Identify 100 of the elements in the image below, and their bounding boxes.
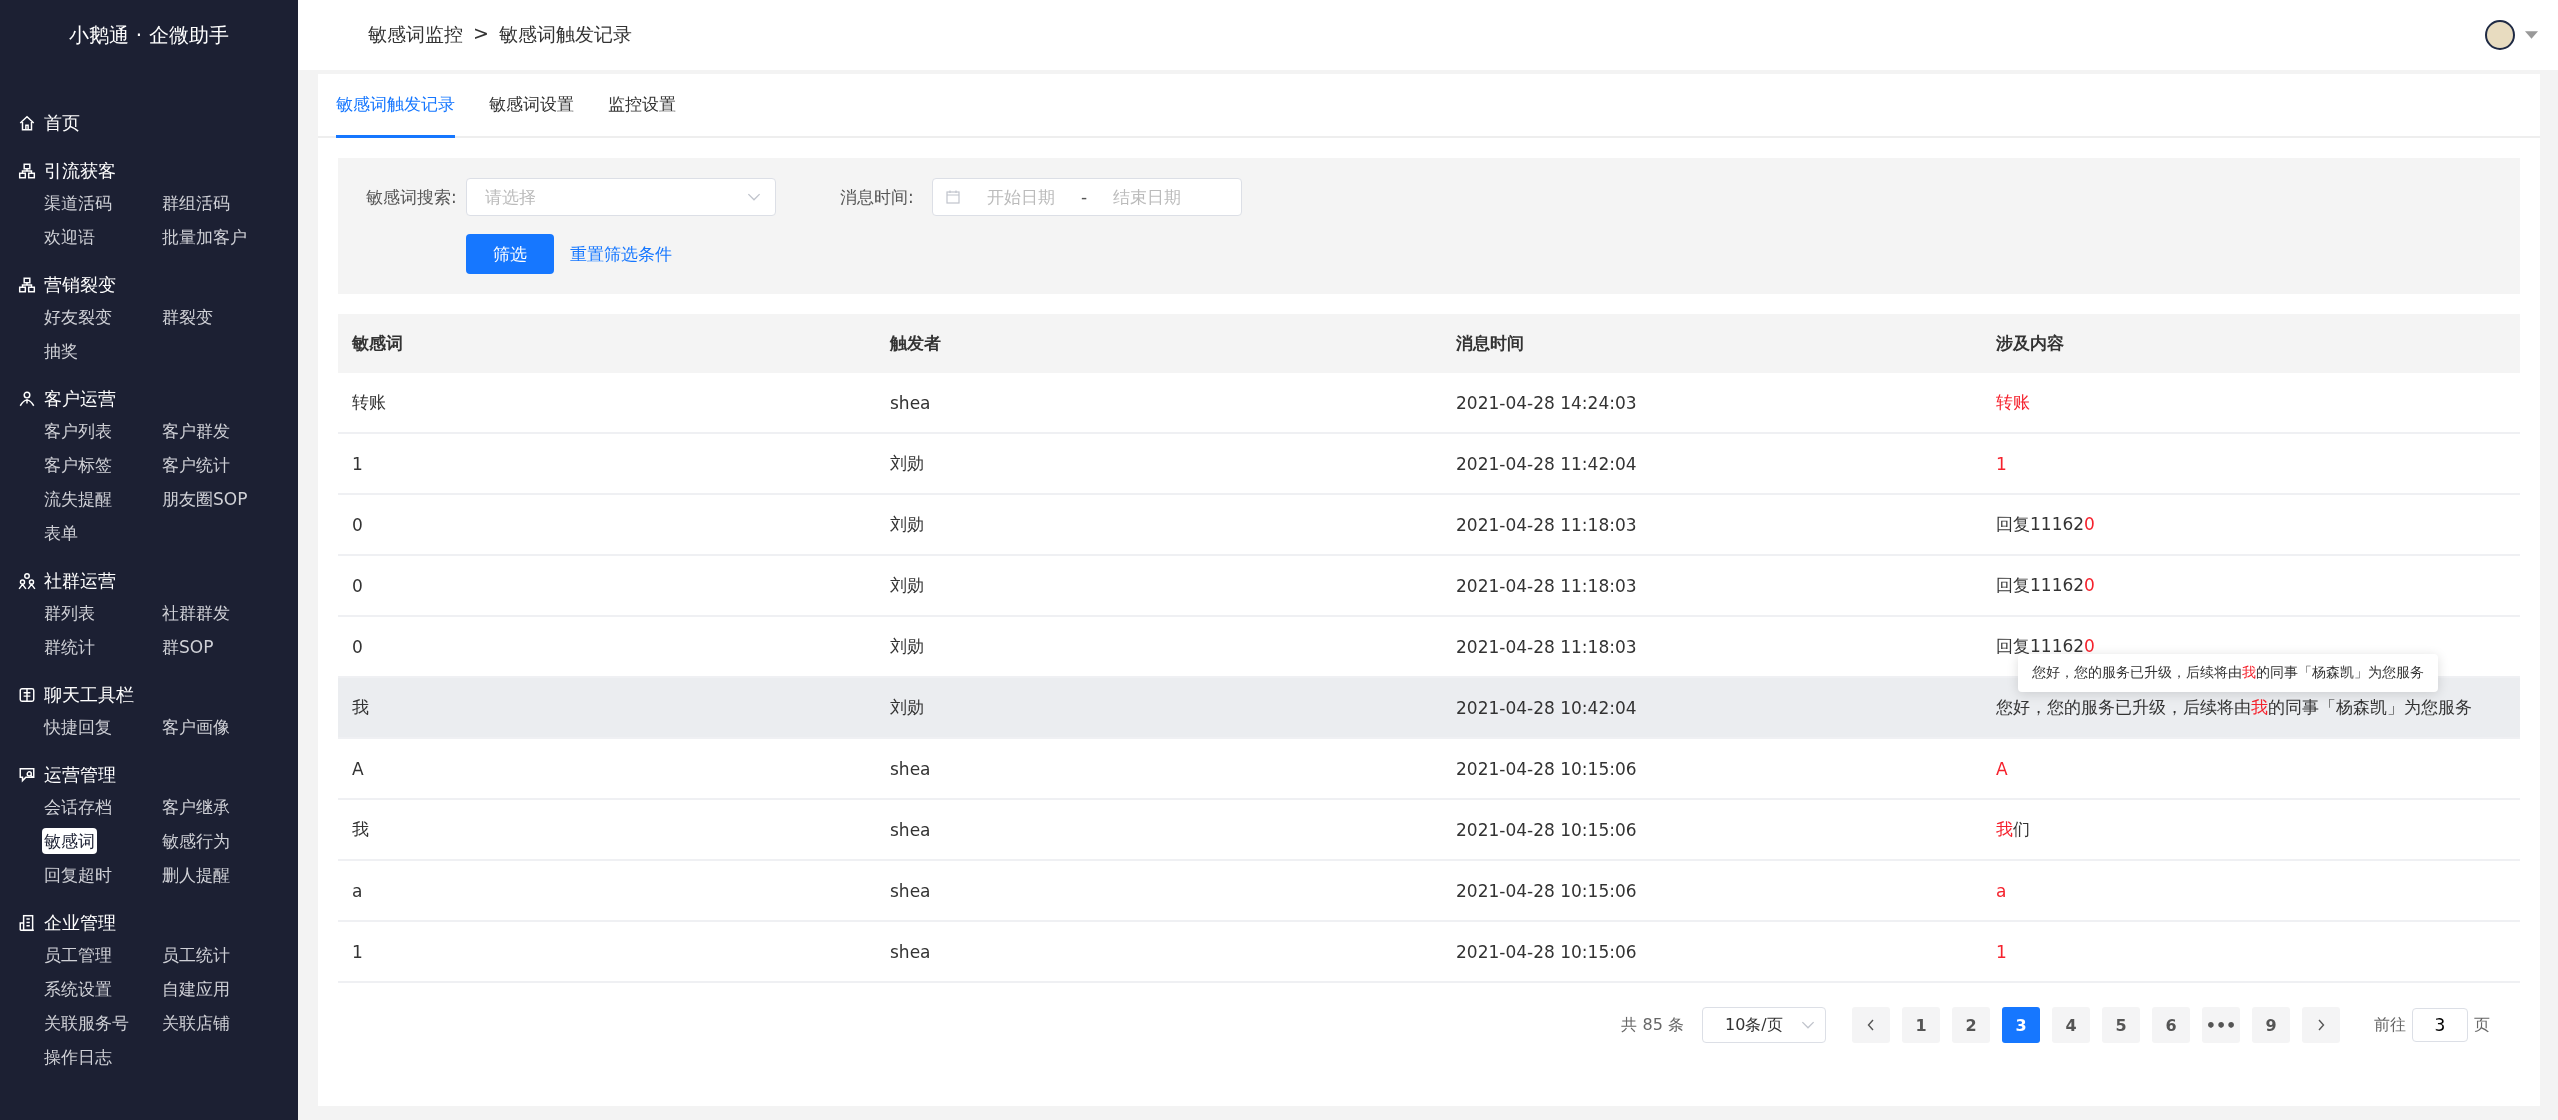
sidebar-item[interactable]: 操作日志	[42, 1044, 114, 1070]
menu-group-icon	[18, 914, 36, 932]
page-button[interactable]: 3	[2002, 1007, 2040, 1043]
page-button[interactable]: 6	[2152, 1007, 2190, 1043]
chevron-right-icon	[2317, 1019, 2325, 1031]
home-icon	[18, 114, 36, 132]
sidebar-item[interactable]: 回复超时	[42, 862, 114, 888]
sidebar-item[interactable]: 客户继承	[160, 794, 232, 820]
page-button[interactable]: 2	[1952, 1007, 1990, 1043]
table-cell-text: shea	[890, 758, 932, 779]
caret-icon[interactable]	[2525, 30, 2538, 40]
menu-group-title[interactable]: 首页	[44, 111, 80, 135]
menu-group-icon	[18, 276, 36, 294]
sidebar-item[interactable]: 群统计	[42, 634, 97, 660]
table-cell-text: 刘勋	[890, 452, 925, 475]
sidebar-item[interactable]: 批量加客户	[160, 224, 249, 250]
sidebar-item[interactable]: 社群群发	[160, 600, 232, 626]
table-cell-text: shea	[890, 392, 932, 413]
total-count: 共 85 条	[1621, 1014, 1684, 1036]
sidebar-item[interactable]: 关联服务号	[42, 1010, 131, 1036]
table-cell-text: 2021-04-28 14:24:03	[1456, 392, 1638, 413]
menu-group-title: 企业管理	[44, 911, 116, 935]
tab[interactable]: 敏感词触发记录	[336, 74, 455, 138]
sidebar-item[interactable]: 敏感行为	[160, 828, 232, 854]
sidebar-item[interactable]: 表单	[42, 520, 80, 546]
tab[interactable]: 敏感词设置	[489, 74, 574, 138]
filter-label: 敏感词搜索:	[366, 185, 458, 209]
page-button[interactable]: 9	[2252, 1007, 2290, 1043]
table-cell-text: 2021-04-28 11:18:03	[1456, 575, 1638, 596]
table-cell-text: 刘勋	[890, 635, 925, 658]
column-header: 消息时间	[1456, 332, 1525, 355]
table-cell-text: 回复111620	[1996, 574, 2096, 597]
page-button[interactable]: •••	[2202, 1007, 2240, 1043]
sidebar-item[interactable]: 朋友圈SOP	[160, 486, 250, 512]
brand-title: 小鹅通 · 企微助手	[68, 22, 230, 49]
sidebar-item[interactable]: 抽奖	[42, 338, 80, 364]
menu-group-icon	[18, 766, 36, 784]
sidebar-item[interactable]: 客户群发	[160, 418, 232, 444]
table-cell-text: 1	[1996, 453, 2008, 474]
sidebar-item[interactable]: 流失提醒	[42, 486, 114, 512]
sidebar-item[interactable]: 客户标签	[42, 452, 114, 478]
table-cell-text: 2021-04-28 10:15:06	[1456, 941, 1638, 962]
column-header: 涉及内容	[1996, 332, 2065, 355]
menu-group-icon	[18, 390, 36, 408]
sidebar-item[interactable]: 欢迎语	[42, 224, 97, 250]
sidebar-item[interactable]: 删人提醒	[160, 862, 232, 888]
menu-group-title: 运营管理	[44, 763, 116, 787]
table-cell-text: 0	[352, 575, 364, 596]
table-cell-text: 2021-04-28 11:18:03	[1456, 514, 1638, 535]
avatar[interactable]	[2485, 20, 2515, 50]
sidebar-item[interactable]: 会话存档	[42, 794, 114, 820]
table-cell-text: 转账	[352, 391, 387, 414]
table-cell-text: 2021-04-28 10:15:06	[1456, 819, 1638, 840]
sidebar-item[interactable]: 敏感词	[42, 828, 97, 854]
tab[interactable]: 监控设置	[608, 74, 676, 138]
sidebar-item[interactable]: 好友裂变	[42, 304, 114, 330]
table-cell-text: 2021-04-28 10:42:04	[1456, 697, 1638, 718]
sidebar-item[interactable]: 群组活码	[160, 190, 232, 216]
breadcrumb-item[interactable]: 敏感词监控	[368, 22, 463, 48]
reset-filters-link[interactable]: 重置筛选条件	[570, 242, 672, 266]
filter-label: 消息时间:	[840, 185, 915, 209]
goto-page-field[interactable]: 3	[2412, 1008, 2468, 1042]
calendar-icon	[945, 189, 961, 205]
sidebar-item[interactable]: 快捷回复	[42, 714, 114, 740]
page-button[interactable]: 4	[2052, 1007, 2090, 1043]
table-cell-text: shea	[890, 819, 932, 840]
sidebar-item[interactable]: 员工管理	[42, 942, 114, 968]
table-cell-text: 您好，您的服务已升级，后续将由我的同事「杨森凯」为您服务	[1996, 696, 2473, 719]
table-cell-text: 转账	[1996, 391, 2031, 414]
table-cell-text: 1	[352, 453, 364, 474]
range-separator: -	[1081, 187, 1088, 207]
table-cell-text: 2021-04-28 10:15:06	[1456, 880, 1638, 901]
table-cell-text: 0	[352, 636, 364, 657]
sidebar-item[interactable]: 自建应用	[160, 976, 232, 1002]
sidebar-item[interactable]: 客户列表	[42, 418, 114, 444]
table-cell-text: 我	[352, 696, 370, 719]
page-size-select[interactable]: 10条/页	[1702, 1007, 1826, 1043]
menu-group-icon	[18, 162, 36, 180]
sidebar-item[interactable]: 员工统计	[160, 942, 232, 968]
page-button[interactable]: 5	[2102, 1007, 2140, 1043]
table-cell-text: 我	[352, 818, 370, 841]
page-suffix: 页	[2474, 1014, 2490, 1036]
chevron-down-icon	[747, 192, 761, 202]
sidebar-item[interactable]: 群列表	[42, 600, 97, 626]
table-cell-text: 刘勋	[890, 696, 925, 719]
filter-button[interactable]: 筛选	[466, 234, 554, 274]
menu-group-title: 聊天工具栏	[44, 683, 134, 707]
goto-label: 前往	[2374, 1014, 2406, 1036]
sidebar-item[interactable]: 系统设置	[42, 976, 114, 1002]
column-header: 敏感词	[352, 332, 404, 355]
sidebar-item[interactable]: 渠道活码	[42, 190, 114, 216]
sidebar-item[interactable]: 群SOP	[160, 634, 216, 660]
page-button[interactable]: 1	[1902, 1007, 1940, 1043]
menu-group-title: 社群运营	[44, 569, 116, 593]
sidebar-item[interactable]: 客户画像	[160, 714, 232, 740]
sidebar-item[interactable]: 群裂变	[160, 304, 215, 330]
sidebar-item[interactable]: 关联店铺	[160, 1010, 232, 1036]
menu-group-title: 客户运营	[44, 387, 116, 411]
table-cell-text: a	[1996, 880, 2008, 901]
sidebar-item[interactable]: 客户统计	[160, 452, 232, 478]
